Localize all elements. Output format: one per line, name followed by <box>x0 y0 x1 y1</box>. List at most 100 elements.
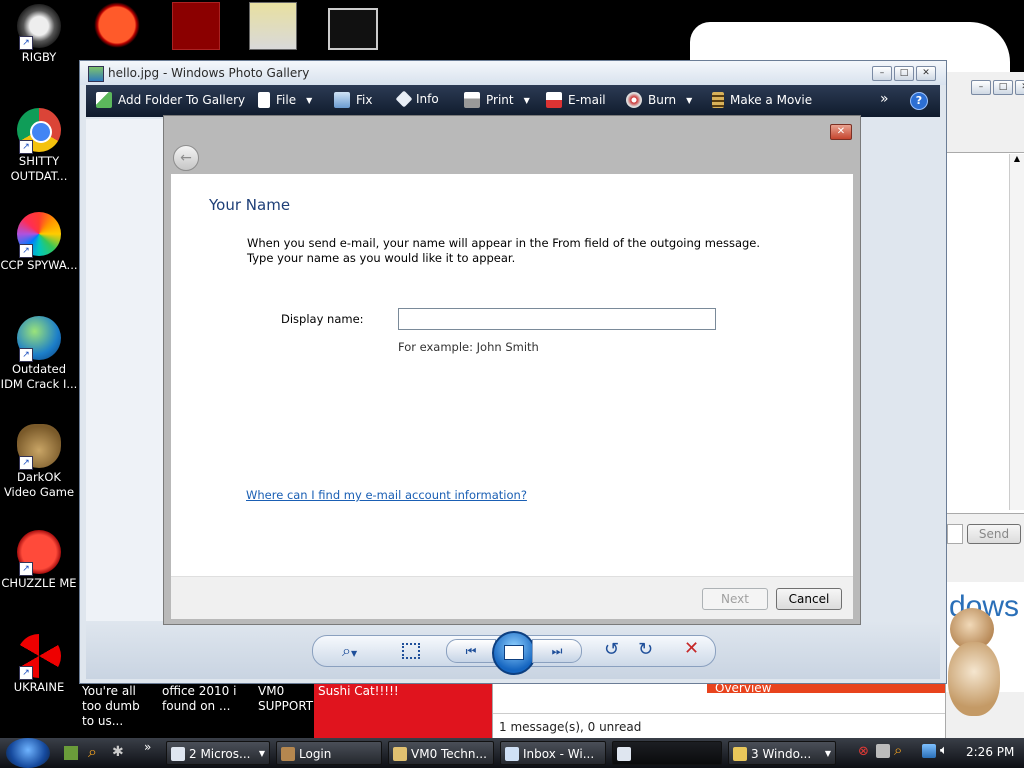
desktop-icon-ukraine[interactable]: ↗ UKRAINE <box>0 634 78 695</box>
file-menu-button[interactable]: File ▼ <box>258 92 312 108</box>
add-folder-button[interactable]: Add Folder To Gallery <box>96 92 245 108</box>
flash-icon[interactable] <box>172 2 220 50</box>
display-name-label: Display name: <box>281 312 364 326</box>
slideshow-icon <box>504 645 524 660</box>
pdf-app-icon[interactable] <box>94 2 140 48</box>
minimize-icon[interactable]: – <box>971 80 991 95</box>
burn-menu-button[interactable]: Burn ▼ <box>626 92 692 108</box>
disc-icon <box>626 92 642 108</box>
search-icon[interactable]: ⌕ <box>88 742 97 762</box>
photo-gallery-icon <box>617 747 631 761</box>
command-toolbar: Add Folder To Gallery File ▼ Fix Info Pri… <box>86 85 940 117</box>
quick-launch-overflow-icon[interactable]: » <box>144 740 151 754</box>
info-button[interactable]: Info <box>395 90 439 108</box>
taskbar-button[interactable]: Inbox - Wi... <box>500 741 606 765</box>
desktop-icon-idm[interactable]: ↗ Outdated IDM Crack I... <box>0 316 78 392</box>
fix-button[interactable]: Fix <box>334 92 372 108</box>
email-account-help-link[interactable]: Where can I find my e-mail account infor… <box>246 488 527 502</box>
zoom-button[interactable]: ⌕▼ <box>342 641 357 661</box>
overview-label: Overview <box>715 683 772 693</box>
desktop-icon-chuzzle[interactable]: ↗ CHUZZLE ME <box>0 530 78 591</box>
maximize-icon[interactable]: □ <box>894 66 914 81</box>
delete-icon[interactable]: ✕ <box>684 638 699 659</box>
file-label: File <box>276 93 297 107</box>
taskbar-button[interactable]: 3 Windo... ▼ <box>728 741 836 765</box>
email-button[interactable]: E-mail <box>546 92 606 108</box>
console-icon[interactable] <box>328 8 378 50</box>
display-name-field[interactable] <box>398 308 716 330</box>
cancel-button[interactable]: Cancel <box>776 588 842 610</box>
tray-search-icon[interactable]: ⌕ <box>894 741 902 759</box>
sticky-note[interactable]: You're all too dumb to us... <box>78 682 158 738</box>
next-image-button[interactable]: ⏭ <box>532 639 582 663</box>
more-commands-button[interactable]: » <box>880 91 889 107</box>
taskbar-button-label: Inbox - Wi... <box>523 747 595 761</box>
taskbar-button[interactable]: 2 Micros... ▼ <box>166 741 270 765</box>
radiation-icon: ↗ <box>17 634 61 680</box>
raccoon-icon: ↗ <box>17 4 61 50</box>
playback-controls-bar: ⌕▼ ⏮ ⏭ ↺ ↻ ✕ <box>86 621 940 679</box>
sticky-note[interactable]: office 2010 i found on ... <box>158 682 254 738</box>
dialog-footer: Next Cancel <box>171 576 853 619</box>
desktop-icon-rigby[interactable]: ↗ RIGBY <box>0 4 78 65</box>
burn-label: Burn <box>648 93 677 107</box>
minimize-icon[interactable]: – <box>872 66 892 81</box>
start-button[interactable] <box>6 738 50 768</box>
previous-button[interactable]: ⏮ <box>446 639 496 663</box>
dialog-content: Your Name When you send e-mail, your nam… <box>171 174 853 576</box>
next-button[interactable]: Next <box>702 588 768 610</box>
pinwheel-icon: ↗ <box>17 212 61 258</box>
tray-error-icon[interactable]: ⊗ <box>858 744 869 759</box>
clock[interactable]: 2:26 PM <box>966 745 1014 759</box>
close-icon[interactable]: ✕ <box>1015 80 1024 95</box>
sticky-note-text: You're all too dumb to us... <box>82 684 140 728</box>
rotate-clockwise-icon[interactable]: ↻ <box>638 639 653 660</box>
email-label: E-mail <box>568 93 606 107</box>
desktop-icon-ccp[interactable]: ↗ CCP SPYWA... <box>0 212 78 273</box>
reply-input[interactable] <box>947 524 963 544</box>
close-icon[interactable]: ✕ <box>916 66 936 81</box>
taskbar-button-label: Login <box>299 747 332 761</box>
taskbar-button[interactable]: VM0 Techn... <box>388 741 494 765</box>
slideshow-button[interactable] <box>492 631 536 675</box>
rotate-counterclockwise-icon[interactable]: ↺ <box>604 639 619 660</box>
sticky-note[interactable]: VM0 SUPPORT <box>254 682 314 738</box>
print-menu-button[interactable]: Print ▼ <box>464 92 530 108</box>
taskbar-button-label: VM0 Techn... <box>411 747 487 761</box>
volume-icon[interactable]: 🔈︎ <box>940 743 948 758</box>
fix-icon <box>334 92 350 108</box>
vm0-icon <box>393 747 407 761</box>
desktop-icon-darkok[interactable]: ↗ DarkOK Video Game <box>0 424 78 500</box>
maximize-icon[interactable]: □ <box>993 80 1013 95</box>
quick-launch-extra-icon[interactable]: ✱ <box>112 744 124 760</box>
taskbar-button[interactable] <box>612 741 722 765</box>
page-title: Your Name <box>209 196 291 214</box>
desktop-icon-label: DarkOK Video Game <box>3 470 75 499</box>
scrollbar[interactable]: ▲ <box>1009 154 1024 510</box>
hxd-icon[interactable] <box>249 2 297 50</box>
desktop-icon-label: UKRAINE <box>13 680 65 694</box>
tray-app-icon[interactable] <box>876 744 890 758</box>
quick-launch-desktop-icon[interactable] <box>64 746 78 760</box>
photo-gallery-app-icon <box>88 66 104 82</box>
desktop-icon-label: RIGBY <box>21 50 57 64</box>
taskbar-button[interactable]: Login <box>276 741 382 765</box>
desktop-icon-chrome[interactable]: ↗ SHITTY OUTDAT... <box>0 108 78 184</box>
sticky-note[interactable]: Sushi Cat!!!!! <box>314 682 492 738</box>
actual-size-button[interactable] <box>402 643 420 659</box>
help-button[interactable]: ? <box>910 92 928 110</box>
film-icon <box>712 92 724 108</box>
title-bar[interactable]: hello.jpg - Windows Photo Gallery – □ ✕ <box>80 61 946 85</box>
mail-status-text: 1 message(s), 0 unread <box>499 720 642 734</box>
desktop-icon-label: CHUZZLE ME <box>1 576 77 590</box>
desktop-icon-label: SHITTY OUTDAT... <box>10 154 68 183</box>
info-label: Info <box>416 92 439 106</box>
close-icon[interactable]: ✕ <box>830 124 852 140</box>
chevron-down-icon: ▼ <box>523 95 530 105</box>
network-icon[interactable] <box>922 744 936 758</box>
send-button[interactable]: Send <box>967 524 1021 544</box>
window-title: hello.jpg - Windows Photo Gallery <box>108 66 310 80</box>
back-arrow-icon[interactable]: ← <box>173 145 199 171</box>
desktop-icon-label: CCP SPYWA... <box>0 258 78 272</box>
make-movie-button[interactable]: Make a Movie <box>712 92 812 108</box>
